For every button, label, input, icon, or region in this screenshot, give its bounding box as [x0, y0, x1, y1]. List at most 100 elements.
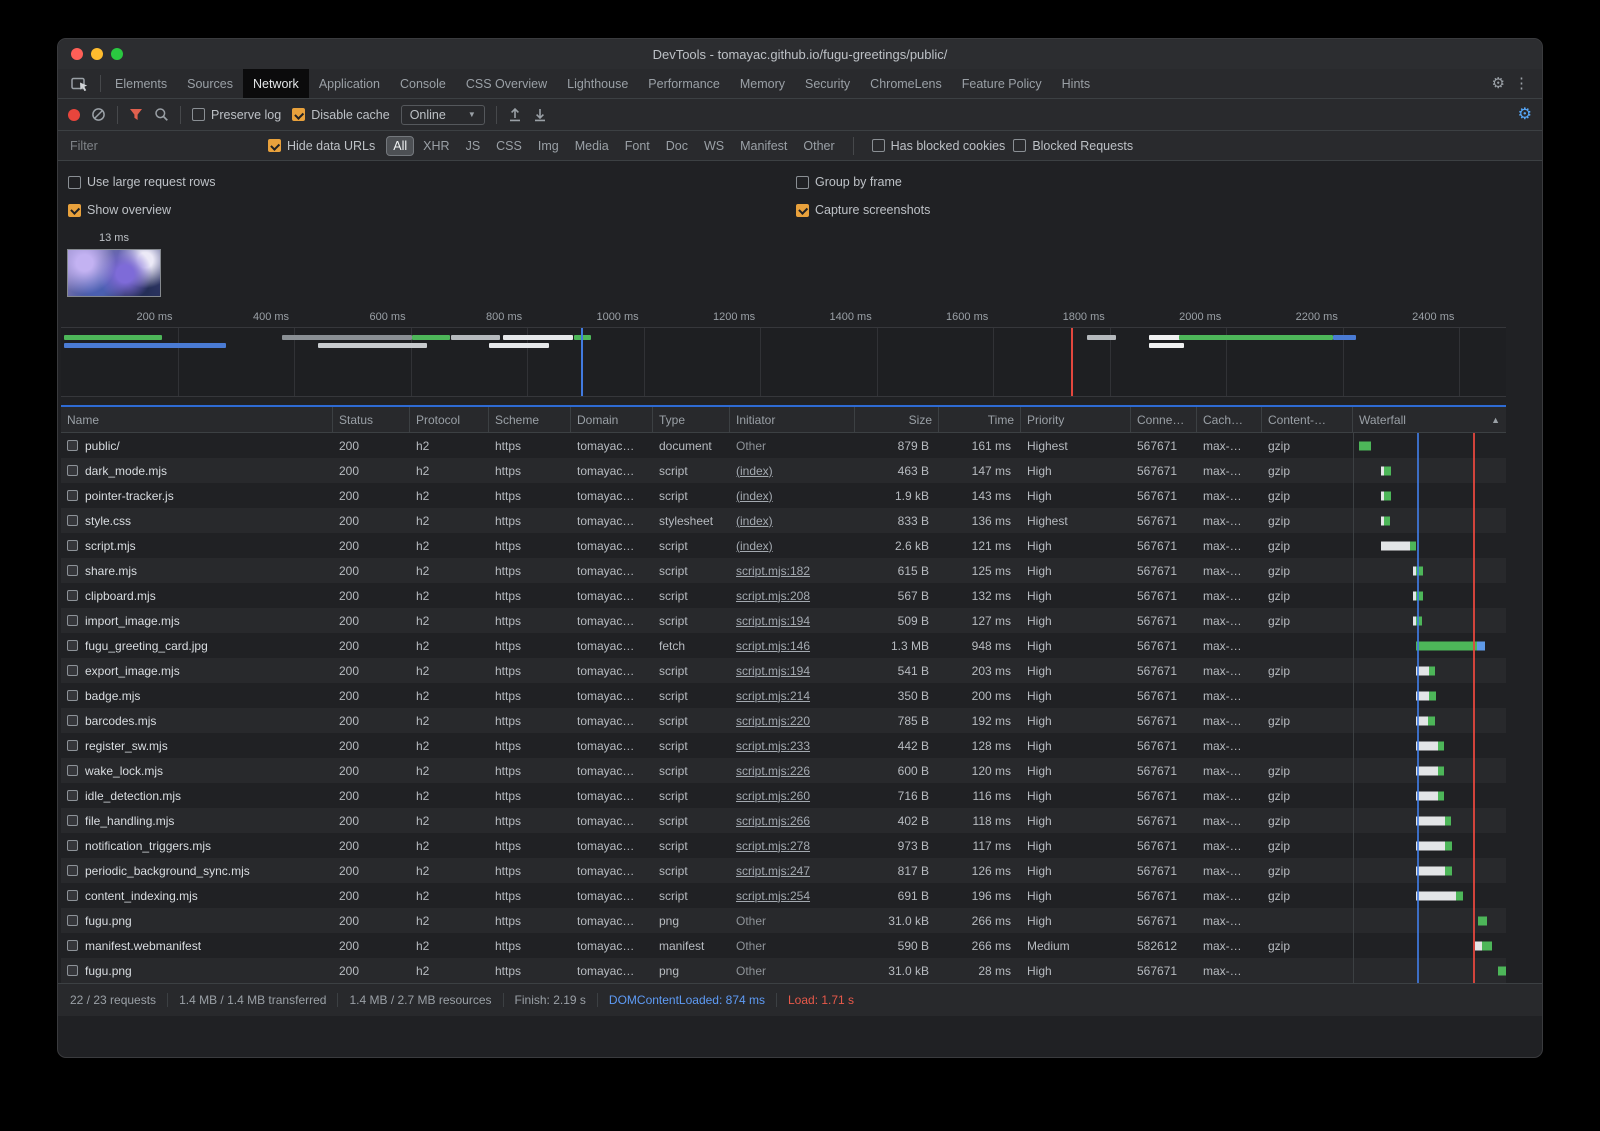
table-row[interactable]: manifest.webmanifest 200 h2 https tomaya…: [61, 933, 1506, 958]
table-row[interactable]: pointer-tracker.js 200 h2 https tomayac……: [61, 483, 1506, 508]
table-row[interactable]: barcodes.mjs 200 h2 https tomayac… scrip…: [61, 708, 1506, 733]
tab-css-overview[interactable]: CSS Overview: [456, 69, 557, 98]
tab-lighthouse[interactable]: Lighthouse: [557, 69, 638, 98]
initiator-link[interactable]: script.mjs:146: [736, 639, 810, 653]
column-header-cache[interactable]: Cach…: [1197, 407, 1262, 432]
type-filter-media[interactable]: Media: [568, 136, 616, 156]
disable-cache-checkbox[interactable]: Disable cache: [292, 108, 390, 122]
column-header-protocol[interactable]: Protocol: [410, 407, 489, 432]
tab-elements[interactable]: Elements: [105, 69, 177, 98]
inspect-element-button[interactable]: [64, 69, 96, 98]
column-header-type[interactable]: Type: [653, 407, 730, 432]
settings-gear-icon[interactable]: ⚙: [1492, 76, 1505, 91]
initiator-link[interactable]: (index): [736, 489, 773, 503]
minimize-window-button[interactable]: [91, 48, 103, 60]
table-row[interactable]: notification_triggers.mjs 200 h2 https t…: [61, 833, 1506, 858]
initiator-link[interactable]: script.mjs:220: [736, 714, 810, 728]
show-overview-checkbox[interactable]: Show overview: [68, 203, 171, 217]
column-header-name[interactable]: Name: [61, 407, 333, 432]
initiator-link[interactable]: script.mjs:214: [736, 689, 810, 703]
type-filter-img[interactable]: Img: [531, 136, 566, 156]
tab-security[interactable]: Security: [795, 69, 860, 98]
table-row[interactable]: clipboard.mjs 200 h2 https tomayac… scri…: [61, 583, 1506, 608]
throttling-dropdown[interactable]: Online ▼: [401, 105, 485, 125]
initiator-link[interactable]: script.mjs:260: [736, 789, 810, 803]
column-header-scheme[interactable]: Scheme: [489, 407, 571, 432]
screenshot-thumbnail[interactable]: [67, 249, 161, 297]
initiator-link[interactable]: script.mjs:208: [736, 589, 810, 603]
tab-sources[interactable]: Sources: [177, 69, 243, 98]
column-header-status[interactable]: Status: [333, 407, 410, 432]
initiator-link[interactable]: script.mjs:254: [736, 889, 810, 903]
type-filter-js[interactable]: JS: [459, 136, 488, 156]
use-large-request-rows-checkbox[interactable]: Use large request rows: [68, 175, 216, 189]
table-row[interactable]: periodic_background_sync.mjs 200 h2 http…: [61, 858, 1506, 883]
initiator-link[interactable]: script.mjs:247: [736, 864, 810, 878]
initiator-link[interactable]: script.mjs:278: [736, 839, 810, 853]
table-row[interactable]: share.mjs 200 h2 https tomayac… script s…: [61, 558, 1506, 583]
tab-feature-policy[interactable]: Feature Policy: [952, 69, 1052, 98]
table-row[interactable]: file_handling.mjs 200 h2 https tomayac… …: [61, 808, 1506, 833]
clear-icon[interactable]: [91, 107, 106, 122]
network-settings-gear-icon[interactable]: ⚙: [1518, 107, 1532, 123]
initiator-link[interactable]: script.mjs:182: [736, 564, 810, 578]
initiator-link[interactable]: script.mjs:194: [736, 664, 810, 678]
type-filter-all[interactable]: All: [386, 136, 414, 156]
initiator-link[interactable]: script.mjs:266: [736, 814, 810, 828]
import-har-icon[interactable]: [508, 107, 522, 122]
table-row[interactable]: wake_lock.mjs 200 h2 https tomayac… scri…: [61, 758, 1506, 783]
tab-memory[interactable]: Memory: [730, 69, 795, 98]
search-icon[interactable]: [154, 107, 169, 122]
initiator-link[interactable]: (index): [736, 464, 773, 478]
table-row[interactable]: badge.mjs 200 h2 https tomayac… script s…: [61, 683, 1506, 708]
table-row[interactable]: register_sw.mjs 200 h2 https tomayac… sc…: [61, 733, 1506, 758]
initiator-link[interactable]: (index): [736, 514, 773, 528]
hide-data-urls-checkbox[interactable]: Hide data URLs: [268, 139, 375, 153]
table-row[interactable]: fugu.png 200 h2 https tomayac… png Other…: [61, 908, 1506, 933]
blocked-requests-checkbox[interactable]: Blocked Requests: [1013, 139, 1133, 153]
type-filter-other[interactable]: Other: [796, 136, 841, 156]
column-header-priority[interactable]: Priority: [1021, 407, 1131, 432]
table-row[interactable]: fugu_greeting_card.jpg 200 h2 https toma…: [61, 633, 1506, 658]
initiator-link[interactable]: script.mjs:194: [736, 614, 810, 628]
export-har-icon[interactable]: [533, 107, 547, 122]
tab-hints[interactable]: Hints: [1052, 69, 1100, 98]
tab-application[interactable]: Application: [309, 69, 390, 98]
table-row[interactable]: import_image.mjs 200 h2 https tomayac… s…: [61, 608, 1506, 633]
capture-screenshots-checkbox[interactable]: Capture screenshots: [796, 203, 930, 217]
table-row[interactable]: fugu.png 200 h2 https tomayac… png Other…: [61, 958, 1506, 983]
record-icon[interactable]: [68, 109, 80, 121]
overview-timeline[interactable]: 200 ms400 ms600 ms800 ms1000 ms1200 ms14…: [61, 309, 1506, 397]
filter-funnel-icon[interactable]: [129, 108, 143, 121]
table-row[interactable]: idle_detection.mjs 200 h2 https tomayac……: [61, 783, 1506, 808]
table-row[interactable]: public/ 200 h2 https tomayac… document O…: [61, 433, 1506, 458]
table-row[interactable]: dark_mode.mjs 200 h2 https tomayac… scri…: [61, 458, 1506, 483]
table-row[interactable]: style.css 200 h2 https tomayac… styleshe…: [61, 508, 1506, 533]
tab-network[interactable]: Network: [243, 69, 309, 98]
preserve-log-checkbox[interactable]: Preserve log: [192, 108, 281, 122]
group-by-frame-checkbox[interactable]: Group by frame: [796, 175, 902, 189]
type-filter-manifest[interactable]: Manifest: [733, 136, 794, 156]
tab-performance[interactable]: Performance: [638, 69, 730, 98]
close-window-button[interactable]: [71, 48, 83, 60]
column-header-time[interactable]: Time: [939, 407, 1021, 432]
tab-console[interactable]: Console: [390, 69, 456, 98]
column-header-connection[interactable]: Conne…: [1131, 407, 1197, 432]
initiator-link[interactable]: script.mjs:233: [736, 739, 810, 753]
type-filter-ws[interactable]: WS: [697, 136, 731, 156]
initiator-link[interactable]: (index): [736, 539, 773, 553]
column-header-content-encoding[interactable]: Content-…: [1262, 407, 1353, 432]
initiator-link[interactable]: script.mjs:226: [736, 764, 810, 778]
type-filter-font[interactable]: Font: [618, 136, 657, 156]
type-filter-doc[interactable]: Doc: [659, 136, 695, 156]
column-header-waterfall[interactable]: Waterfall ▲: [1353, 407, 1506, 432]
table-row[interactable]: script.mjs 200 h2 https tomayac… script …: [61, 533, 1506, 558]
column-header-domain[interactable]: Domain: [571, 407, 653, 432]
has-blocked-cookies-checkbox[interactable]: Has blocked cookies: [872, 139, 1006, 153]
table-row[interactable]: export_image.mjs 200 h2 https tomayac… s…: [61, 658, 1506, 683]
tab-chromelens[interactable]: ChromeLens: [860, 69, 952, 98]
column-header-initiator[interactable]: Initiator: [730, 407, 855, 432]
column-header-size[interactable]: Size: [855, 407, 939, 432]
type-filter-xhr[interactable]: XHR: [416, 136, 456, 156]
zoom-window-button[interactable]: [111, 48, 123, 60]
